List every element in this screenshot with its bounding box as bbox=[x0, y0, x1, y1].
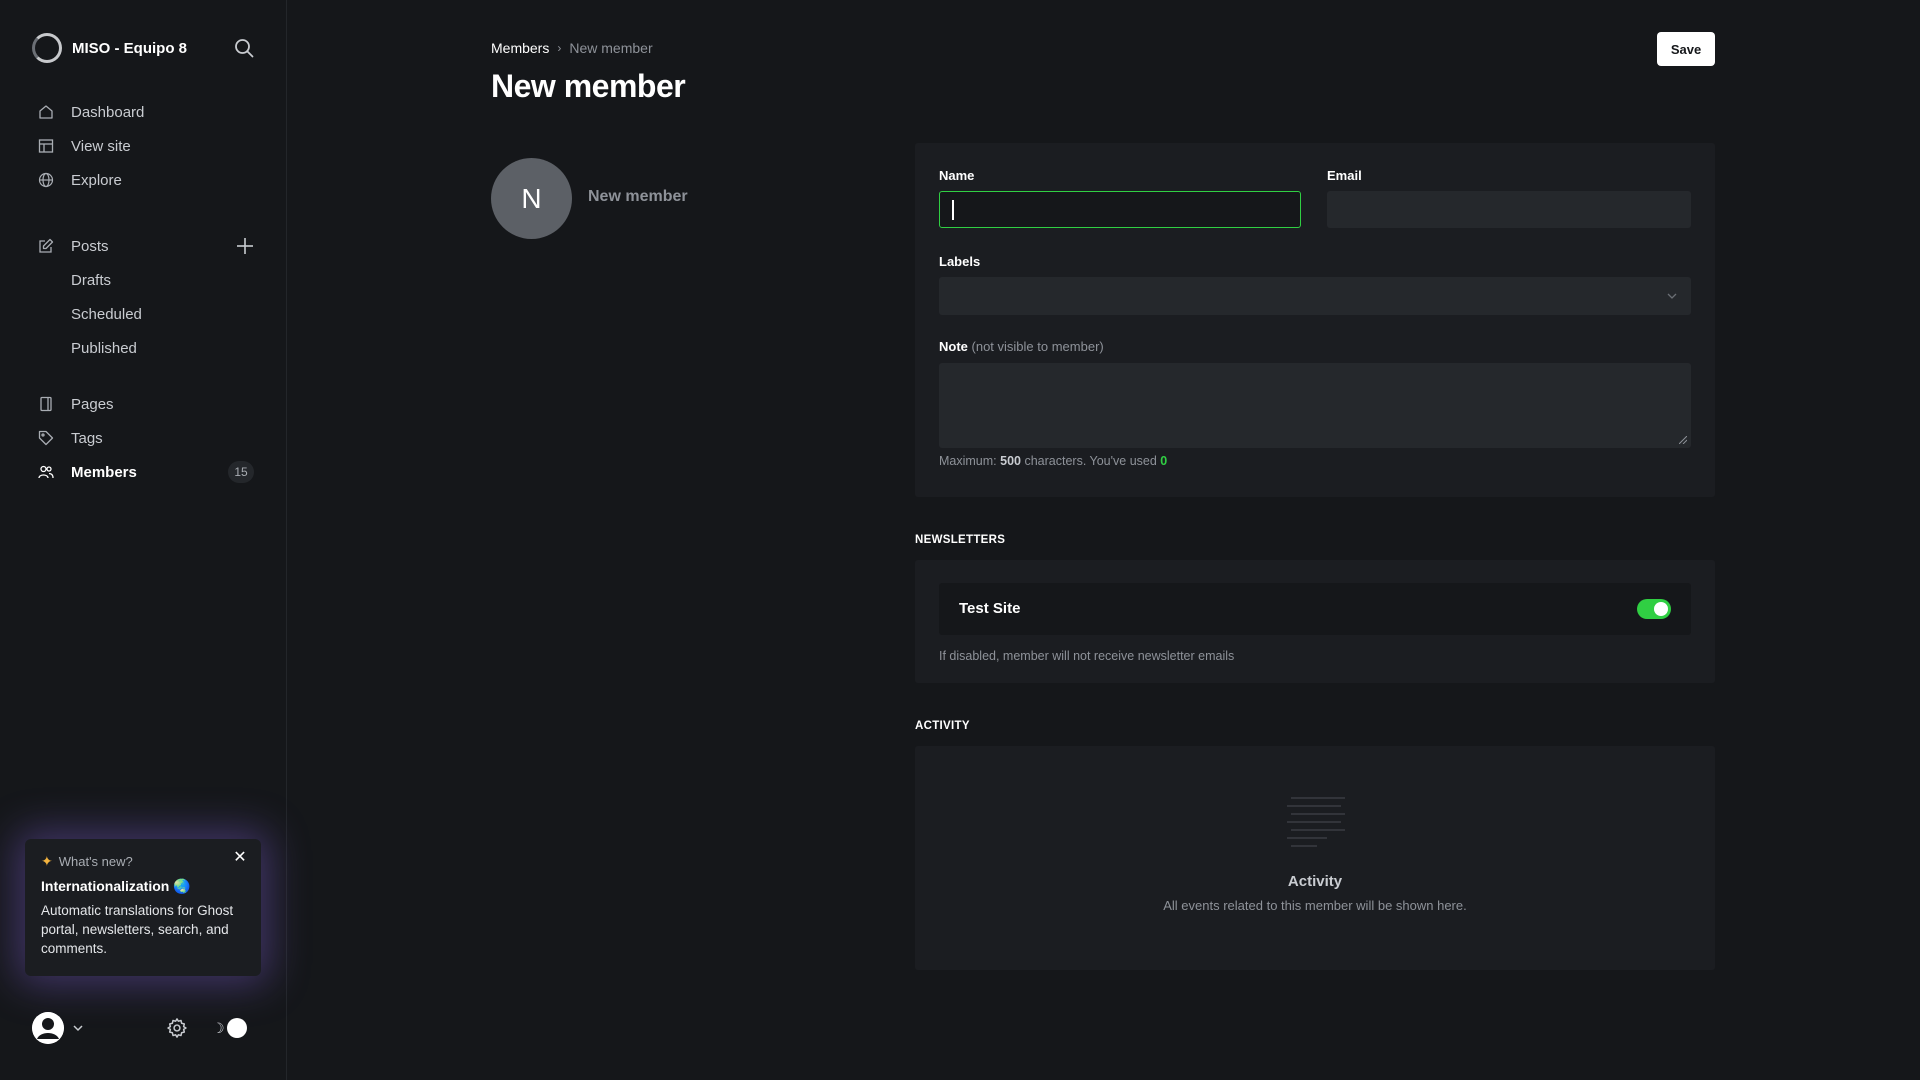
site-brand[interactable]: MISO - Equipo 8 bbox=[32, 32, 187, 64]
newsletter-row: Test Site bbox=[939, 583, 1691, 635]
layout-icon bbox=[38, 139, 54, 153]
nav-item-drafts[interactable]: Drafts bbox=[28, 263, 260, 297]
whats-new-title: Internationalization 🌏 bbox=[41, 878, 245, 895]
gear-icon[interactable] bbox=[166, 1017, 188, 1039]
globe-emoji-icon: 🌏 bbox=[173, 878, 191, 894]
nav-item-dashboard[interactable]: Dashboard bbox=[28, 95, 260, 129]
content-nav: Pages Tags Members 15 bbox=[28, 387, 260, 489]
breadcrumb-current: New member bbox=[569, 40, 653, 56]
text-caret bbox=[952, 200, 954, 220]
search-button[interactable] bbox=[230, 34, 258, 62]
note-label-hint: (not visible to member) bbox=[971, 339, 1104, 354]
user-menu-button[interactable] bbox=[32, 1012, 84, 1044]
labels-select[interactable] bbox=[939, 277, 1691, 315]
nav-item-members[interactable]: Members 15 bbox=[28, 455, 260, 489]
activity-empty-subtitle: All events related to this member will b… bbox=[1163, 898, 1467, 913]
nav-label-members: Members bbox=[71, 463, 137, 481]
page-title: New member bbox=[491, 68, 686, 104]
activity-empty-title: Activity bbox=[1287, 873, 1343, 890]
newsletters-heading: NEWSLETTERS bbox=[915, 534, 1006, 546]
dark-mode-toggle[interactable]: ☽ bbox=[212, 1018, 247, 1038]
whats-new-body: Automatic translations for Ghost portal,… bbox=[41, 903, 234, 956]
note-counter-used: 0 bbox=[1160, 454, 1168, 468]
name-input[interactable] bbox=[939, 191, 1301, 228]
tag-icon bbox=[38, 430, 54, 446]
whats-new-title-text: Internationalization bbox=[41, 878, 170, 894]
newsletter-name: Test Site bbox=[959, 600, 1021, 617]
search-icon bbox=[235, 39, 254, 58]
edit-icon bbox=[39, 238, 54, 253]
close-icon[interactable]: ✕ bbox=[231, 849, 249, 867]
nav-item-pages[interactable]: Pages bbox=[28, 387, 260, 421]
nav-label-scheduled: Scheduled bbox=[71, 305, 142, 323]
whats-new-heading: What's new? bbox=[58, 854, 133, 869]
nav-label-drafts: Drafts bbox=[71, 271, 112, 289]
nav-label-explore: Explore bbox=[71, 171, 122, 189]
member-details-panel: Name Email Labels Note (not visible to m… bbox=[915, 143, 1715, 497]
avatar bbox=[32, 1012, 64, 1044]
user-avatar-icon bbox=[32, 1012, 64, 1044]
note-counter-prefix: Maximum: bbox=[939, 454, 1001, 468]
nav-label-view-site: View site bbox=[71, 137, 131, 155]
note-textarea[interactable] bbox=[939, 363, 1691, 448]
toggle-knob bbox=[1654, 602, 1668, 616]
activity-heading: ACTIVITY bbox=[915, 720, 970, 732]
chevron-down-icon bbox=[1667, 293, 1677, 299]
nav-label-pages: Pages bbox=[71, 395, 114, 413]
nav-label-posts: Posts bbox=[71, 237, 109, 255]
nav-label-published: Published bbox=[71, 339, 137, 357]
toggle-knob bbox=[226, 1018, 247, 1038]
activity-empty-icon bbox=[1287, 797, 1345, 847]
nav-item-published[interactable]: Published bbox=[28, 331, 260, 365]
nav-item-tags[interactable]: Tags bbox=[28, 421, 260, 455]
sparkle-icon: ✦ bbox=[41, 853, 53, 869]
newsletter-help-text: If disabled, member will not receive new… bbox=[939, 649, 1235, 663]
save-button[interactable]: Save bbox=[1657, 32, 1715, 66]
sidebar-footer: ☽ bbox=[32, 1012, 254, 1044]
nav-label-dashboard: Dashboard bbox=[71, 103, 145, 121]
whats-new-header: ✦ What's new? bbox=[41, 853, 245, 870]
note-counter-max: 500 bbox=[1000, 454, 1021, 468]
globe-icon bbox=[38, 172, 54, 188]
breadcrumb: Members › New member bbox=[491, 40, 653, 56]
note-char-counter: Maximum: 500 characters. You've used 0 bbox=[939, 454, 1167, 468]
name-label: Name bbox=[939, 168, 975, 183]
site-title: MISO - Equipo 8 bbox=[72, 39, 187, 57]
member-avatar[interactable]: N bbox=[491, 158, 572, 239]
nav-label-tags: Tags bbox=[71, 429, 103, 447]
main-nav: Dashboard View site Explore bbox=[28, 95, 260, 197]
sidebar: MISO - Equipo 8 Dashboard View site Expl… bbox=[0, 0, 287, 1080]
labels-label: Labels bbox=[939, 254, 981, 269]
add-post-button[interactable] bbox=[234, 235, 256, 257]
nav-item-scheduled[interactable]: Scheduled bbox=[28, 297, 260, 331]
member-name: New member bbox=[588, 188, 688, 205]
site-logo-icon bbox=[32, 33, 62, 63]
moon-icon: ☽ bbox=[212, 1019, 225, 1036]
page-icon bbox=[40, 396, 52, 412]
newsletters-panel: Test Site If disabled, member will not r… bbox=[915, 560, 1715, 683]
newsletter-subscription-toggle[interactable] bbox=[1637, 599, 1671, 619]
breadcrumb-members-link[interactable]: Members bbox=[491, 40, 549, 56]
note-counter-middle: characters. You've used bbox=[1020, 454, 1161, 468]
activity-panel: Activity All events related to this memb… bbox=[915, 746, 1715, 970]
email-label: Email bbox=[1327, 168, 1362, 183]
note-label: Note (not visible to member) bbox=[939, 339, 1104, 354]
nav-item-view-site[interactable]: View site bbox=[28, 129, 260, 163]
note-label-text: Note bbox=[939, 339, 968, 354]
chevron-right-icon: › bbox=[557, 41, 562, 55]
members-count-badge: 15 bbox=[228, 461, 254, 483]
home-icon bbox=[39, 105, 53, 119]
whats-new-card[interactable]: ✦ What's new? ✕ Internationalization 🌏 A… bbox=[25, 839, 261, 976]
members-icon bbox=[38, 465, 54, 479]
chevron-down-icon bbox=[73, 1025, 83, 1032]
nav-item-posts[interactable]: Posts bbox=[28, 229, 260, 263]
nav-item-explore[interactable]: Explore bbox=[28, 163, 260, 197]
email-input[interactable] bbox=[1327, 191, 1691, 228]
posts-nav: Posts Drafts Scheduled Published bbox=[28, 229, 260, 365]
resize-handle-icon[interactable] bbox=[1679, 436, 1687, 444]
